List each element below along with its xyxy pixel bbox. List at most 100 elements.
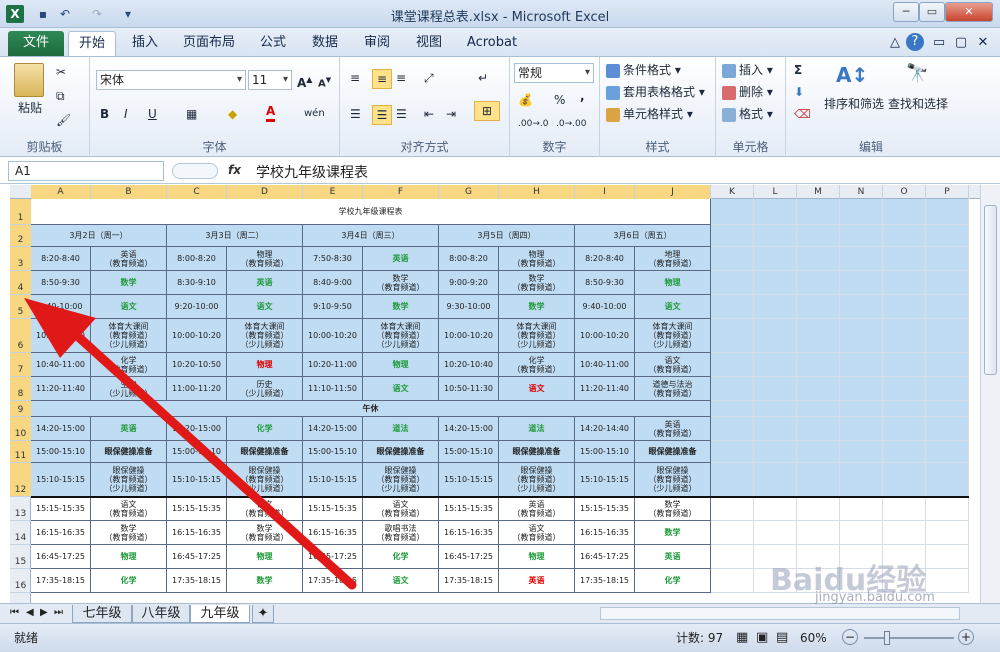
schedule-cell[interactable]: 10:40-11:00 bbox=[575, 353, 635, 377]
number-format-select[interactable]: 常规 bbox=[514, 63, 594, 83]
empty-cell[interactable] bbox=[711, 353, 754, 377]
merge-center-icon[interactable]: ⊞ bbox=[474, 101, 500, 121]
schedule-cell[interactable]: 英语 （教育频道） bbox=[499, 497, 575, 521]
empty-cell[interactable] bbox=[754, 247, 797, 271]
empty-cell[interactable] bbox=[926, 401, 969, 417]
empty-cell[interactable] bbox=[926, 319, 969, 353]
orientation-icon[interactable]: ⤢ bbox=[424, 69, 434, 87]
empty-cell[interactable] bbox=[711, 569, 754, 593]
schedule-cell[interactable]: 10:00-10:20 bbox=[439, 319, 499, 353]
empty-cell[interactable] bbox=[711, 225, 754, 247]
tab-review[interactable]: 审阅 bbox=[354, 31, 400, 56]
column-header-N[interactable]: N bbox=[840, 185, 883, 199]
tab-data[interactable]: 数据 bbox=[302, 31, 348, 56]
table-title-cell[interactable]: 学校九年级课程表 bbox=[31, 199, 711, 225]
empty-cell[interactable] bbox=[926, 247, 969, 271]
row-header-3[interactable]: 3 bbox=[10, 247, 31, 271]
schedule-cell[interactable]: 物理 （教育频道） bbox=[499, 247, 575, 271]
schedule-cell[interactable]: 17:35-18:15 bbox=[31, 569, 91, 593]
schedule-cell[interactable]: 17:35-18:15 bbox=[575, 569, 635, 593]
schedule-cell[interactable]: 15:15-15:35 bbox=[303, 497, 363, 521]
column-header-E[interactable]: E bbox=[303, 185, 363, 199]
empty-cell[interactable] bbox=[754, 319, 797, 353]
empty-cell[interactable] bbox=[926, 377, 969, 401]
empty-cell[interactable] bbox=[840, 377, 883, 401]
schedule-cell[interactable]: 16:15-16:35 bbox=[167, 521, 227, 545]
empty-cell[interactable] bbox=[926, 295, 969, 319]
fill-icon[interactable]: ⬇ bbox=[794, 83, 804, 101]
schedule-cell[interactable]: 英语 bbox=[499, 569, 575, 593]
formula-input[interactable]: 学校九年级课程表 bbox=[256, 162, 368, 182]
schedule-cell[interactable]: 语文 bbox=[91, 295, 167, 319]
schedule-cell[interactable]: 16:45-17:25 bbox=[167, 545, 227, 569]
font-size-select[interactable]: 11 bbox=[248, 70, 292, 90]
empty-cell[interactable] bbox=[711, 295, 754, 319]
schedule-cell[interactable]: 16:15-16:35 bbox=[575, 521, 635, 545]
empty-cell[interactable] bbox=[883, 497, 926, 521]
row-header-16[interactable]: 16 bbox=[10, 569, 31, 593]
schedule-cell[interactable]: 英语 bbox=[227, 271, 303, 295]
empty-cell[interactable] bbox=[711, 271, 754, 295]
comma-button[interactable]: , bbox=[580, 87, 585, 105]
empty-cell[interactable] bbox=[883, 319, 926, 353]
align-middle-icon[interactable]: ≡ bbox=[372, 69, 392, 89]
formula-cancel-area[interactable] bbox=[172, 163, 218, 179]
column-header-K[interactable]: K bbox=[711, 185, 754, 199]
empty-cell[interactable] bbox=[840, 401, 883, 417]
empty-cell[interactable] bbox=[754, 295, 797, 319]
schedule-cell[interactable]: 15:00-15:10 bbox=[439, 441, 499, 463]
row-header-4[interactable]: 4 bbox=[10, 271, 31, 295]
schedule-cell[interactable]: 语文 （教育频道） bbox=[499, 521, 575, 545]
schedule-cell[interactable]: 9:00-9:20 bbox=[439, 271, 499, 295]
schedule-cell[interactable]: 语文 （教育频道） bbox=[635, 353, 711, 377]
align-right-icon[interactable]: ☰ bbox=[396, 105, 407, 123]
schedule-cell[interactable]: 化学 （教育频道） bbox=[91, 353, 167, 377]
schedule-cell[interactable]: 体育大课间 （教育频道） （少儿频道） bbox=[227, 319, 303, 353]
autosum-button[interactable]: Σ bbox=[794, 61, 802, 79]
empty-cell[interactable] bbox=[797, 353, 840, 377]
empty-cell[interactable] bbox=[711, 545, 754, 569]
day-header-cell[interactable]: 3月4日（周三） bbox=[303, 225, 439, 247]
empty-cell[interactable] bbox=[883, 247, 926, 271]
row-header-1[interactable]: 1 bbox=[10, 199, 31, 225]
sheet-tab-grade9[interactable]: 九年级 bbox=[190, 605, 250, 623]
align-bottom-icon[interactable]: ≡ bbox=[396, 69, 406, 87]
schedule-cell[interactable]: 8:40-9:00 bbox=[303, 271, 363, 295]
format-as-table-button[interactable]: 套用表格格式 ▾ bbox=[606, 83, 705, 101]
currency-icon[interactable]: 💰 bbox=[518, 91, 533, 109]
row-header-9[interactable]: 9 bbox=[10, 401, 31, 417]
empty-cell[interactable] bbox=[797, 319, 840, 353]
empty-cell[interactable] bbox=[711, 463, 754, 497]
empty-cell[interactable] bbox=[840, 271, 883, 295]
schedule-cell[interactable]: 化学 bbox=[635, 569, 711, 593]
font-family-select[interactable]: 宋体 bbox=[96, 70, 246, 90]
increase-indent-icon[interactable]: ⇥ bbox=[446, 105, 456, 123]
empty-cell[interactable] bbox=[926, 545, 969, 569]
schedule-cell[interactable]: 9:10-9:50 bbox=[303, 295, 363, 319]
row-header-15[interactable]: 15 bbox=[10, 545, 31, 569]
delete-cells-button[interactable]: 删除 ▾ bbox=[722, 83, 773, 101]
empty-cell[interactable] bbox=[840, 319, 883, 353]
schedule-cell[interactable]: 14:20-14:40 bbox=[575, 417, 635, 441]
schedule-cell[interactable]: 15:00-15:10 bbox=[31, 441, 91, 463]
schedule-cell[interactable]: 14:20-15:00 bbox=[439, 417, 499, 441]
tab-file[interactable]: 文件 bbox=[8, 31, 64, 56]
empty-cell[interactable] bbox=[840, 417, 883, 441]
schedule-cell[interactable]: 眼保健操准备 bbox=[91, 441, 167, 463]
empty-cell[interactable] bbox=[840, 225, 883, 247]
schedule-cell[interactable]: 10:20-10:50 bbox=[167, 353, 227, 377]
schedule-cell[interactable]: 眼保健操 （教育频道） （少儿频道） bbox=[227, 463, 303, 497]
decrease-indent-icon[interactable]: ⇤ bbox=[424, 105, 434, 123]
find-select-icon[interactable]: 🔭 bbox=[906, 63, 930, 91]
empty-cell[interactable] bbox=[797, 417, 840, 441]
schedule-cell[interactable]: 道德与法治 （教育频道） bbox=[635, 377, 711, 401]
empty-cell[interactable] bbox=[754, 225, 797, 247]
day-header-cell[interactable]: 3月6日（周五） bbox=[575, 225, 711, 247]
schedule-cell[interactable]: 9:40-10:00 bbox=[575, 295, 635, 319]
empty-cell[interactable] bbox=[754, 497, 797, 521]
empty-cell[interactable] bbox=[926, 225, 969, 247]
schedule-cell[interactable]: 语文 （教育频道） bbox=[91, 497, 167, 521]
help-icon[interactable]: ? bbox=[906, 33, 924, 51]
decrease-decimal-icon[interactable]: .0→.00 bbox=[556, 115, 586, 133]
schedule-cell[interactable]: 英语 （教育频道） bbox=[91, 247, 167, 271]
